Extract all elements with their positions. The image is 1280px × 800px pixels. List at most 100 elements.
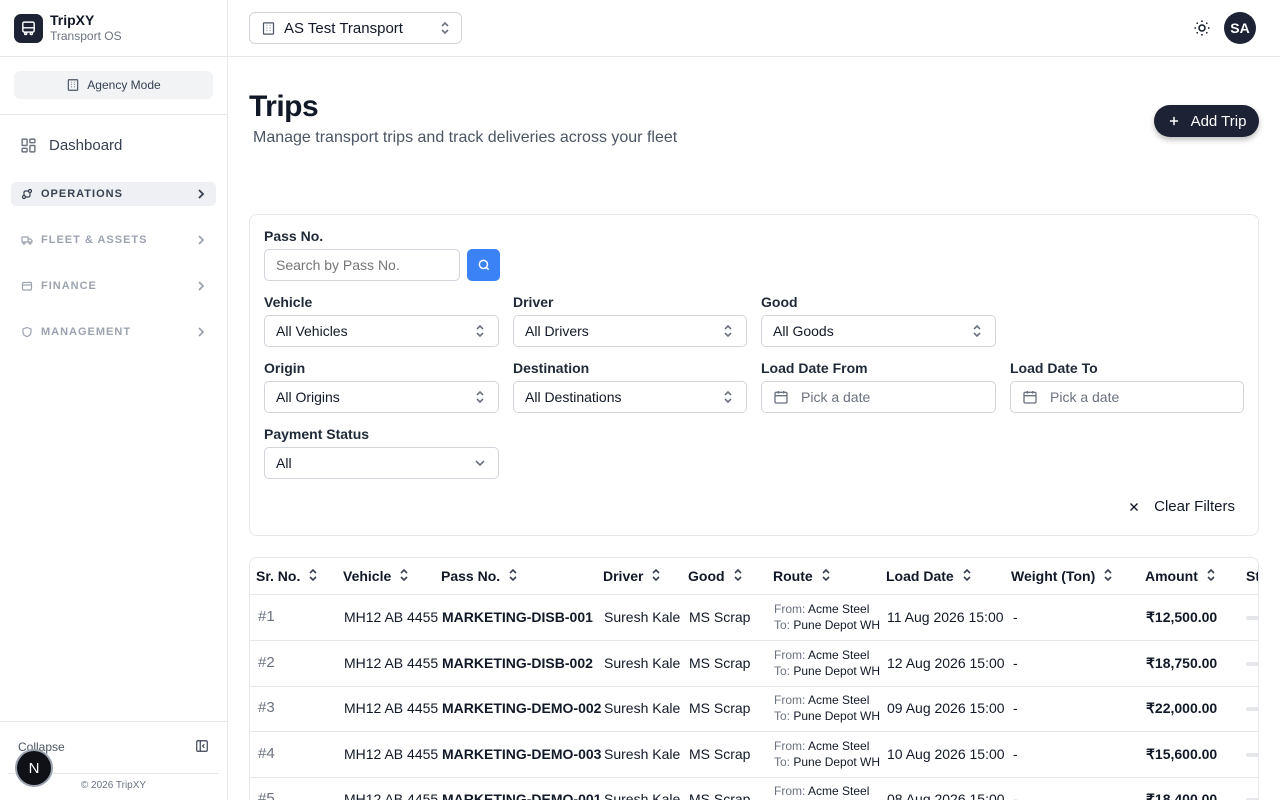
sidebar-item-label: Dashboard [49, 136, 123, 154]
column-header[interactable]: Sr. No. [256, 568, 318, 584]
weight-cell: - [1013, 791, 1018, 800]
origin-select[interactable]: All Origins [264, 381, 499, 413]
agency-mode-button[interactable]: Agency Mode [14, 71, 213, 99]
column-header-label: Pass No. [441, 568, 501, 584]
table-row[interactable]: #3 MH12 AB 4455 MARKETING-DEMO-002 Suresh K… [250, 686, 1258, 732]
chevron-right-icon [198, 327, 205, 337]
column-header[interactable]: Pass No. [441, 568, 518, 584]
load-date-cell: 10 Aug 2026 15:00 [887, 745, 1005, 762]
weight-cell: - [1013, 745, 1018, 762]
column-header[interactable]: Load Date [886, 568, 972, 584]
column-header[interactable]: Good [688, 568, 743, 584]
destination-label: Destination [513, 360, 590, 376]
table-header: Sr. No. Vehicle Pass No. Driver Good Route Loa… [250, 558, 1258, 595]
vehicle-select[interactable]: All Vehicles [264, 315, 499, 347]
chevron-updown-icon [476, 390, 484, 404]
status-badge [1246, 707, 1258, 711]
sort-icon[interactable] [308, 568, 318, 584]
payment-status-select[interactable]: All [264, 447, 499, 479]
load-date-from-picker[interactable]: Pick a date [761, 381, 996, 413]
load-date-cell: 12 Aug 2026 15:00 [887, 654, 1005, 671]
column-header[interactable]: Driver [603, 568, 661, 584]
column-header-label: Amount [1145, 568, 1198, 584]
load-date-to-picker[interactable]: Pick a date [1010, 381, 1244, 413]
column-header-label: Route [773, 568, 813, 584]
sidebar-group-fleet[interactable]: FLEET & ASSETS [11, 228, 216, 252]
column-header[interactable]: Amount [1145, 568, 1216, 584]
sort-icon[interactable] [508, 568, 518, 584]
calendar-icon [1023, 391, 1037, 404]
organization-name: AS Test Transport [284, 19, 403, 37]
building-icon [262, 21, 275, 35]
sidebar-footer: Collapse © 2026 TripXY N [0, 721, 227, 800]
load-date-cell: 09 Aug 2026 15:00 [887, 700, 1005, 716]
panel-collapse-icon[interactable] [195, 739, 209, 753]
sort-icon[interactable] [821, 568, 831, 584]
column-header[interactable]: Vehicle [343, 568, 409, 584]
brand-subtitle: Transport OS [50, 29, 122, 43]
table-row[interactable]: #2 MH12 AB 4455 MARKETING-DISB-002 Suresh K… [250, 641, 1258, 687]
brand-name: TripXY [50, 12, 95, 28]
weight-cell: - [1013, 654, 1018, 671]
column-header-label: Good [688, 568, 725, 584]
sidebar-group-label: MANAGEMENT [41, 326, 132, 338]
sort-icon[interactable] [1206, 568, 1216, 584]
route-cell: From: Acme SteelTo: Pune Depot WH [774, 693, 881, 723]
column-header[interactable]: St [1246, 568, 1258, 584]
truck-logo-icon [14, 13, 43, 43]
add-trip-button[interactable]: Add Trip [1154, 105, 1259, 137]
status-badge [1246, 616, 1258, 620]
user-avatar[interactable]: SA [1224, 12, 1256, 44]
destination-select[interactable]: All Destinations [513, 381, 747, 413]
pass-no-cell[interactable]: MARKETING-DISB-002 [442, 655, 593, 671]
sidebar-group-label: FLEET & ASSETS [41, 234, 148, 246]
pass-no-cell[interactable]: MARKETING-DEMO-001 [442, 791, 601, 800]
sort-icon[interactable] [399, 568, 409, 584]
sidebar-group-finance[interactable]: FINANCE [11, 274, 216, 298]
good-cell: MS Scrap [689, 700, 751, 716]
search-button[interactable] [467, 249, 500, 281]
chevron-updown-icon [724, 390, 732, 404]
truck-icon [21, 236, 33, 245]
load-date-from-placeholder: Pick a date [801, 389, 871, 405]
floating-avatar[interactable]: N [17, 751, 51, 785]
sidebar-group-management[interactable]: MANAGEMENT [11, 320, 216, 344]
sidebar-group-operations[interactable]: OPERATIONS [11, 182, 216, 206]
plus-icon [1169, 116, 1178, 126]
good-select[interactable]: All Goods [761, 315, 996, 347]
sort-icon[interactable] [962, 568, 972, 584]
clear-filters-label: Clear Filters [1154, 498, 1235, 515]
pass-no-cell[interactable]: MARKETING-DEMO-002 [442, 700, 601, 716]
driver-cell: Suresh Kale [604, 654, 681, 671]
sun-icon[interactable] [1193, 19, 1211, 37]
table-row[interactable]: #5 MH12 AB 4455 MARKETING-DEMO-001 Suresh K… [250, 777, 1258, 800]
good-cell: MS Scrap [689, 609, 751, 625]
good-label: Good [761, 294, 798, 310]
column-header[interactable]: Weight (Ton) [1011, 568, 1113, 584]
route-icon [21, 188, 33, 200]
pass-no-cell[interactable]: MARKETING-DEMO-003 [442, 746, 601, 762]
dashboard-icon [21, 137, 36, 153]
sort-icon[interactable] [733, 568, 743, 584]
table-row[interactable]: #1 MH12 AB 4455 MARKETING-DISB-001 Suresh K… [250, 595, 1258, 641]
column-header[interactable]: Route [773, 568, 831, 584]
wallet-icon [21, 281, 33, 291]
organization-select[interactable]: AS Test Transport [249, 12, 462, 44]
load-date-cell: 08 Aug 2026 15:00 [887, 791, 1005, 800]
sort-icon[interactable] [651, 568, 661, 584]
driver-select[interactable]: All Drivers [513, 315, 747, 347]
sidebar-item-dashboard[interactable]: Dashboard [20, 134, 122, 156]
route-cell: From: Acme SteelTo: Pune Depot WH [774, 738, 881, 769]
origin-select-value: All Origins [276, 389, 340, 405]
clear-filters-button[interactable]: Clear Filters [1128, 498, 1235, 515]
destination-select-value: All Destinations [525, 389, 622, 405]
vehicle-cell: MH12 AB 4455 [344, 654, 439, 671]
load-date-from-label: Load Date From [761, 360, 868, 376]
add-trip-label: Add Trip [1190, 112, 1247, 130]
table-row[interactable]: #4 MH12 AB 4455 MARKETING-DEMO-003 Suresh K… [250, 732, 1258, 778]
filters-panel: Pass No. Vehicle All Vehicles Driver All… [249, 214, 1259, 536]
pass-no-cell[interactable]: MARKETING-DISB-001 [442, 609, 593, 625]
brand[interactable]: TripXY Transport OS [0, 0, 227, 57]
sort-icon[interactable] [1103, 568, 1113, 584]
pass-no-input[interactable] [264, 249, 460, 281]
